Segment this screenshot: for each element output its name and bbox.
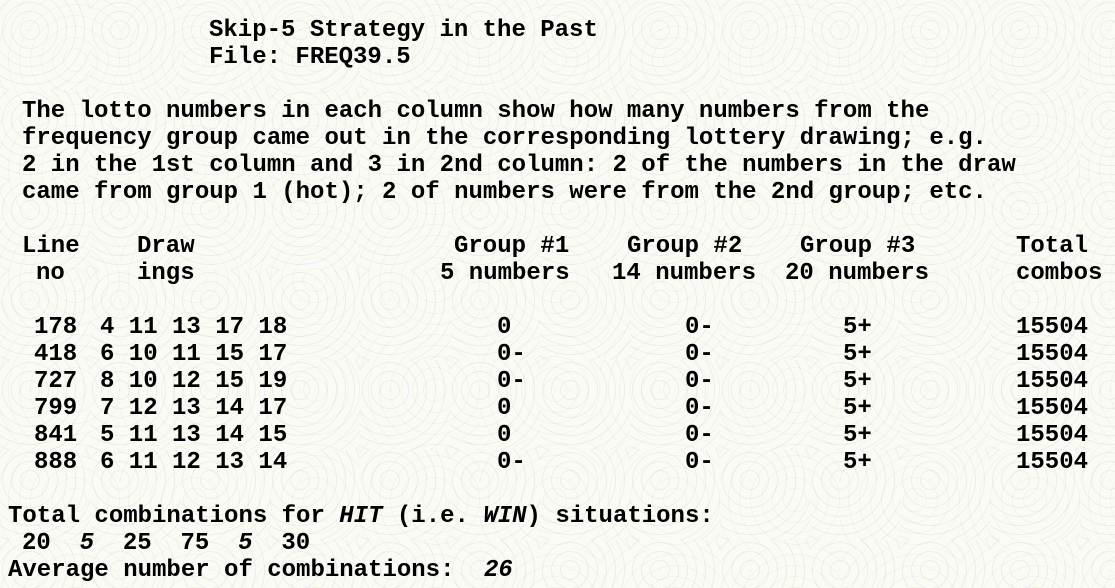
header-line-no: no [36,260,65,287]
hit-combinations-list: 20 5 25 75 5 30 [22,530,310,557]
hit-value: 5 [238,530,253,557]
group2-count: 0- [685,341,714,368]
hit-value: 75 [180,530,210,557]
label-text: ) situations: [526,503,714,530]
header-group1: Group #1 [454,233,570,260]
drawing-numbers: 4 11 13 17 18 [100,314,288,341]
drawing-numbers: 7 12 13 14 17 [100,395,288,422]
drawing-numbers: 6 11 12 13 14 [100,449,288,476]
drawing-numbers: 5 11 13 14 15 [100,422,288,449]
line-number: 727 [34,368,78,395]
group3-count: 5+ [843,314,872,341]
hit-value: 30 [281,530,311,557]
report-title: Skip-5 Strategy in the Past [209,17,598,44]
header-line: Line [22,233,80,260]
group1-count: 0 [497,395,512,422]
header-total-combos: combos [1016,260,1103,287]
group2-count: 0- [685,395,714,422]
group1-count: 0 [497,422,512,449]
group2-count: 0- [685,422,714,449]
label-text: Total combinations for [8,503,340,530]
line-number: 799 [34,395,78,422]
line-number: 888 [34,449,78,476]
win-text: WIN [483,503,527,530]
group3-count: 5+ [843,395,872,422]
group1-count: 0- [497,341,526,368]
total-combinations-label: Total combinations for HIT (i.e. WIN) si… [8,503,714,530]
header-group2-size: 14 numbers [612,260,757,287]
group1-count: 0 [497,314,512,341]
average-value: 26 [484,557,513,584]
average-label: Average number of combinations: [8,557,455,584]
total-combos: 15504 [1016,314,1089,341]
group3-count: 5+ [843,341,872,368]
description-line: 2 in the 1st column and 3 in 2nd column:… [22,152,1016,179]
group1-count: 0- [497,449,526,476]
total-combos: 15504 [1016,395,1089,422]
group1-count: 0- [497,368,526,395]
total-combos: 15504 [1016,422,1089,449]
group3-count: 5+ [843,449,872,476]
description-line: The lotto numbers in each column show ho… [22,98,930,125]
header-total: Total [1016,233,1089,260]
total-combos: 15504 [1016,341,1089,368]
label-text: (i.e. [382,503,484,530]
header-group1-size: 5 numbers [440,260,570,287]
line-number: 178 [34,314,78,341]
description-line: came from group 1 (hot); 2 of numbers we… [22,179,987,206]
drawing-numbers: 6 10 11 15 17 [100,341,288,368]
header-draw: Draw [137,233,195,260]
hit-value: 25 [122,530,152,557]
description-line: frequency group came out in the correspo… [22,125,987,152]
total-combos: 15504 [1016,449,1089,476]
group2-count: 0- [685,449,714,476]
line-number: 841 [34,422,78,449]
header-group2: Group #2 [627,233,743,260]
header-group3: Group #3 [800,233,916,260]
line-number: 418 [34,341,78,368]
file-name: File: FREQ39.5 [209,44,411,71]
hit-value: 5 [79,530,95,557]
group3-count: 5+ [843,422,872,449]
group2-count: 0- [685,368,714,395]
group3-count: 5+ [843,368,872,395]
header-group3-size: 20 numbers [785,260,930,287]
hit-text: HIT [339,503,383,530]
drawing-numbers: 8 10 12 15 19 [100,368,288,395]
total-combos: 15504 [1016,368,1089,395]
group2-count: 0- [685,314,714,341]
header-draw-ings: ings [137,260,195,287]
hit-value: 20 [22,530,51,557]
